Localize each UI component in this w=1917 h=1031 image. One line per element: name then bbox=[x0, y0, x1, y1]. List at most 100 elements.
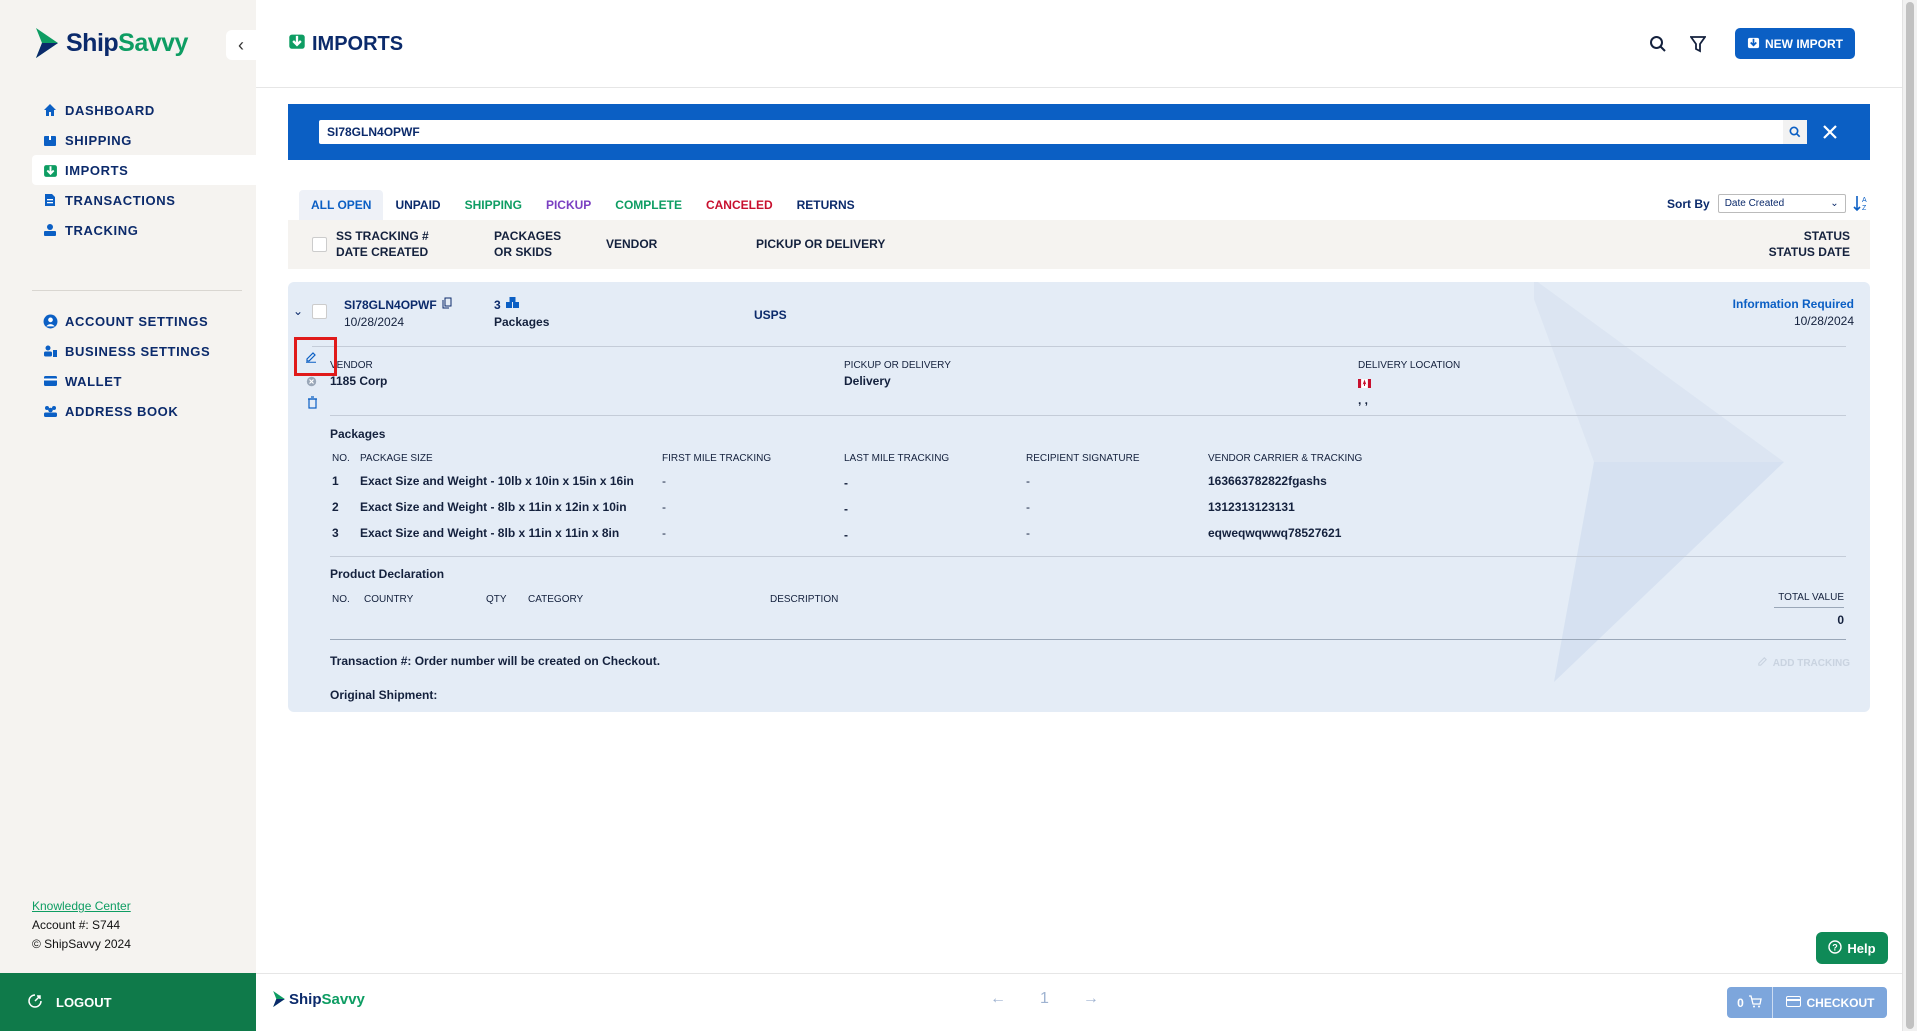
tab-pickup[interactable]: PICKUP bbox=[534, 190, 603, 220]
scrollbar[interactable] bbox=[1902, 0, 1917, 1031]
document-icon bbox=[42, 192, 58, 208]
search-submit-button[interactable] bbox=[1783, 120, 1807, 144]
col-header-status-date[interactable]: STATUS DATE bbox=[1769, 244, 1850, 260]
pkg-first-mile: - bbox=[662, 500, 666, 514]
import-icon bbox=[1747, 36, 1760, 52]
tab-complete[interactable]: COMPLETE bbox=[603, 190, 694, 220]
pkg-no: 2 bbox=[332, 500, 339, 514]
sidebar-item-label: DASHBOARD bbox=[65, 102, 155, 118]
pkg-col-vendor-tracking: VENDOR CARRIER & TRACKING bbox=[1208, 453, 1363, 464]
help-button[interactable]: ? Help bbox=[1816, 932, 1888, 964]
tab-returns[interactable]: RETURNS bbox=[785, 190, 867, 220]
col-header-pickup[interactable]: PICKUP OR DELIVERY bbox=[756, 236, 885, 252]
pkg-vendor-tracking: 163663782822fgashs bbox=[1208, 474, 1327, 488]
scrollbar-thumb[interactable] bbox=[1906, 2, 1914, 1029]
business-icon bbox=[42, 343, 58, 359]
search-icon[interactable] bbox=[1646, 32, 1670, 56]
select-all-checkbox[interactable] bbox=[312, 237, 327, 252]
tab-all-open[interactable]: ALL OPEN bbox=[299, 190, 384, 220]
sidebar-item-shipping[interactable]: SHIPPING bbox=[32, 125, 256, 155]
logout-button[interactable]: LOGOUT bbox=[0, 973, 256, 1031]
col-header-skids[interactable]: OR SKIDS bbox=[494, 244, 561, 260]
search-icon bbox=[1789, 126, 1801, 138]
cart-icon bbox=[1748, 994, 1762, 1011]
tracking-icon bbox=[42, 222, 58, 238]
pkg-col-last-mile: LAST MILE TRACKING bbox=[844, 453, 950, 464]
expand-chevron-icon[interactable]: ⌄ bbox=[293, 304, 303, 318]
col-header-status[interactable]: STATUS bbox=[1769, 228, 1850, 244]
shipment-carrier: USPS bbox=[754, 308, 787, 322]
cancel-icon[interactable] bbox=[306, 374, 317, 392]
row-checkbox[interactable] bbox=[312, 304, 327, 319]
shipsavvy-logo[interactable]: ShipSavvy bbox=[34, 26, 188, 60]
prod-col-no: NO. bbox=[332, 594, 350, 605]
collapse-sidebar-button[interactable]: ‹ bbox=[226, 30, 256, 60]
logout-icon bbox=[28, 993, 42, 1011]
new-import-label: NEW IMPORT bbox=[1765, 36, 1843, 51]
col-header-vendor[interactable]: VENDOR bbox=[606, 236, 657, 252]
trash-icon[interactable] bbox=[307, 396, 318, 414]
pkg-last-mile: - bbox=[844, 476, 848, 490]
cart-count[interactable]: 0 bbox=[1727, 987, 1773, 1018]
sidebar-item-label: WALLET bbox=[65, 373, 123, 389]
pkg-size: Exact Size and Weight - 8lb x 11in x 12i… bbox=[360, 500, 627, 514]
sidebar-item-wallet[interactable]: WALLET bbox=[32, 366, 256, 396]
next-page-arrow-icon[interactable]: → bbox=[1083, 990, 1099, 1008]
sidebar-item-label: IMPORTS bbox=[65, 162, 129, 178]
search-bar bbox=[288, 104, 1870, 160]
pickup-label: PICKUP OR DELIVERY bbox=[844, 360, 951, 371]
footer-logo: ShipSavvy bbox=[272, 990, 365, 1008]
account-number: Account #: S744 bbox=[32, 918, 121, 932]
sidebar-item-label: TRACKING bbox=[65, 222, 139, 238]
col-header-packages[interactable]: PACKAGES bbox=[494, 228, 561, 244]
svg-text:Z: Z bbox=[1862, 205, 1867, 212]
total-value: 0 bbox=[1837, 613, 1844, 627]
col-header-date-created[interactable]: DATE CREATED bbox=[336, 244, 429, 260]
delivery-location-value: , , bbox=[1358, 393, 1369, 407]
sidebar-item-dashboard[interactable]: DASHBOARD bbox=[32, 95, 256, 125]
search-input[interactable] bbox=[319, 120, 1804, 144]
current-page[interactable]: 1 bbox=[1040, 990, 1049, 1008]
sidebar-item-tracking[interactable]: TRACKING bbox=[32, 215, 256, 245]
edit-icon bbox=[1757, 656, 1768, 670]
box-icon bbox=[42, 132, 58, 148]
sort-direction-icon[interactable]: AZ bbox=[1853, 194, 1869, 217]
prev-page-arrow-icon[interactable]: ← bbox=[990, 990, 1006, 1008]
prod-col-country: COUNTRY bbox=[364, 594, 414, 605]
product-declaration-title: Product Declaration bbox=[330, 567, 445, 581]
col-header-tracking[interactable]: SS TRACKING # bbox=[336, 228, 429, 244]
pkg-col-size: PACKAGE SIZE bbox=[360, 453, 433, 464]
pkg-last-mile: - bbox=[844, 502, 848, 516]
close-search-button[interactable] bbox=[1816, 118, 1844, 146]
chevron-left-icon: ‹ bbox=[238, 34, 244, 55]
add-tracking-button[interactable]: ADD TRACKING bbox=[1757, 656, 1850, 670]
divider bbox=[312, 346, 1846, 347]
sidebar-item-transactions[interactable]: TRANSACTIONS bbox=[32, 185, 256, 215]
copyright: © ShipSavvy 2024 bbox=[32, 937, 131, 951]
filter-icon[interactable] bbox=[1686, 32, 1710, 56]
tab-unpaid[interactable]: UNPAID bbox=[383, 190, 452, 220]
sidebar: ShipSavvy ‹ DASHBOARD SHIPPING IMPORTS T… bbox=[0, 0, 256, 1031]
svg-text:?: ? bbox=[1833, 942, 1839, 952]
sort-select[interactable]: Date Created ⌄ bbox=[1717, 194, 1846, 213]
question-icon: ? bbox=[1828, 939, 1843, 957]
logo-mark-icon bbox=[273, 991, 285, 1007]
sidebar-item-address-book[interactable]: ADDRESS BOOK bbox=[32, 396, 256, 426]
sidebar-item-account-settings[interactable]: ACCOUNT SETTINGS bbox=[32, 306, 256, 336]
shipment-summary-row[interactable]: ⌄ SI78GLN4OPWF 10/28/2024 3 Packages USP… bbox=[288, 282, 1870, 346]
new-import-button[interactable]: NEW IMPORT bbox=[1735, 28, 1855, 59]
knowledge-center-link[interactable]: Knowledge Center bbox=[32, 897, 131, 916]
checkout-label: CHECKOUT bbox=[1806, 995, 1875, 1010]
packages-section-title: Packages bbox=[330, 427, 386, 441]
canada-flag-icon bbox=[1358, 375, 1460, 393]
sidebar-item-imports[interactable]: IMPORTS bbox=[32, 155, 256, 185]
checkout-button[interactable]: 0 CHECKOUT bbox=[1727, 987, 1887, 1018]
pkg-no: 1 bbox=[332, 474, 339, 488]
pkg-signature: - bbox=[1026, 500, 1030, 514]
sidebar-item-business-settings[interactable]: BUSINESS SETTINGS bbox=[32, 336, 256, 366]
sidebar-divider bbox=[32, 290, 242, 291]
copy-icon[interactable] bbox=[442, 297, 452, 312]
tab-shipping[interactable]: SHIPPING bbox=[453, 190, 534, 220]
tab-canceled[interactable]: CANCELED bbox=[694, 190, 785, 220]
logout-label: LOGOUT bbox=[56, 994, 112, 1010]
